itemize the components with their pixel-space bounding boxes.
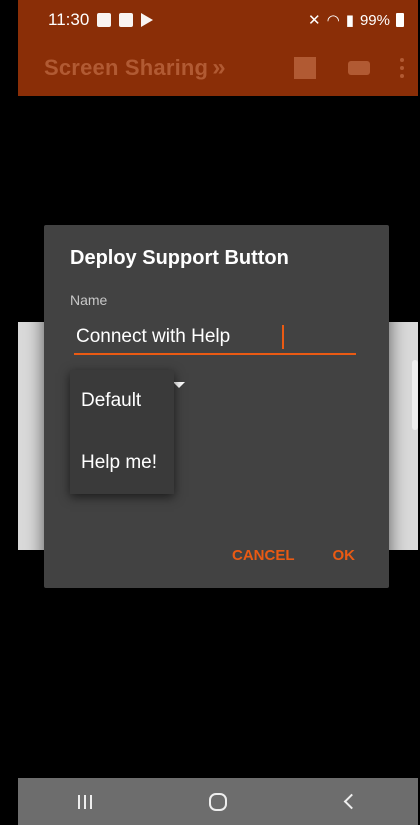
ok-button[interactable]: OK — [333, 547, 356, 564]
cast-icon — [141, 13, 154, 27]
dropdown-arrow-icon[interactable] — [173, 382, 185, 388]
dropdown-option-default[interactable]: Default — [70, 370, 174, 432]
name-input[interactable] — [74, 321, 356, 355]
status-bar: 11:30 ✕ ◠ ▮ 99% — [18, 0, 418, 40]
home-button[interactable] — [198, 792, 238, 811]
dialog-actions: CANCEL OK — [232, 547, 355, 564]
status-left: 11:30 — [48, 10, 154, 30]
toolbar-title: Screen Sharing» — [44, 54, 294, 82]
signal-icon: ▮ — [345, 12, 354, 29]
name-field-label: Name — [70, 292, 108, 308]
app-toolbar: Screen Sharing» — [18, 40, 418, 96]
back-button[interactable] — [331, 793, 371, 810]
more-vertical-icon[interactable] — [400, 58, 404, 78]
battery-level: 99% — [359, 11, 390, 29]
screen: 11:30 ✕ ◠ ▮ 99% Screen Sharing» Deploy S… — [0, 0, 420, 825]
back-icon — [343, 793, 360, 810]
battery-icon — [396, 13, 404, 27]
close-box-icon — [119, 13, 134, 27]
edge-panel-handle[interactable] — [412, 360, 418, 430]
navigation-bar — [18, 778, 418, 825]
keyboard-icon[interactable] — [348, 61, 370, 75]
text-cursor — [282, 325, 284, 349]
chevron-right-icon[interactable]: » — [212, 54, 226, 81]
dialog-title: Deploy Support Button — [70, 247, 289, 269]
shared-screen-left-edge — [18, 322, 46, 550]
wifi-icon: ◠ — [326, 12, 340, 29]
home-icon — [208, 792, 227, 811]
dropdown-menu: Default Help me! — [70, 370, 174, 494]
toolbar-title-text: Screen Sharing — [44, 55, 209, 80]
recent-apps-icon[interactable] — [65, 794, 105, 809]
dropdown-option-help-me[interactable]: Help me! — [70, 432, 174, 494]
status-time: 11:30 — [48, 10, 90, 29]
mute-icon: ✕ — [308, 12, 321, 29]
image-icon — [97, 13, 112, 27]
deploy-support-dialog: Deploy Support Button Name Default Help … — [44, 225, 389, 588]
shared-screen-right-edge — [388, 322, 418, 550]
stop-icon[interactable] — [294, 57, 316, 79]
cancel-button[interactable]: CANCEL — [232, 547, 295, 564]
status-right: ✕ ◠ ▮ 99% — [308, 11, 404, 29]
